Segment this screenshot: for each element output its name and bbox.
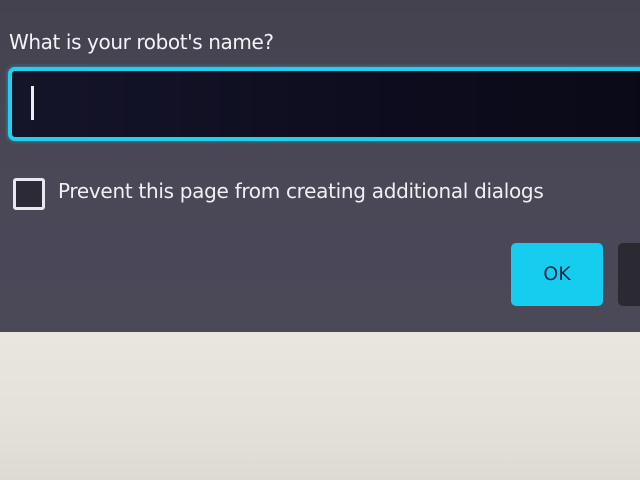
page-background — [0, 332, 640, 480]
prevent-dialogs-checkbox[interactable] — [13, 178, 45, 210]
prompt-dialog: What is your robot's name? Prevent this … — [0, 0, 640, 332]
robot-name-input[interactable] — [8, 67, 640, 141]
prevent-dialogs-label[interactable]: Prevent this page from creating addition… — [58, 179, 544, 203]
prompt-label: What is your robot's name? — [9, 30, 274, 54]
ok-button[interactable]: OK — [511, 243, 603, 306]
cancel-button[interactable] — [618, 243, 640, 306]
text-caret — [31, 86, 34, 120]
